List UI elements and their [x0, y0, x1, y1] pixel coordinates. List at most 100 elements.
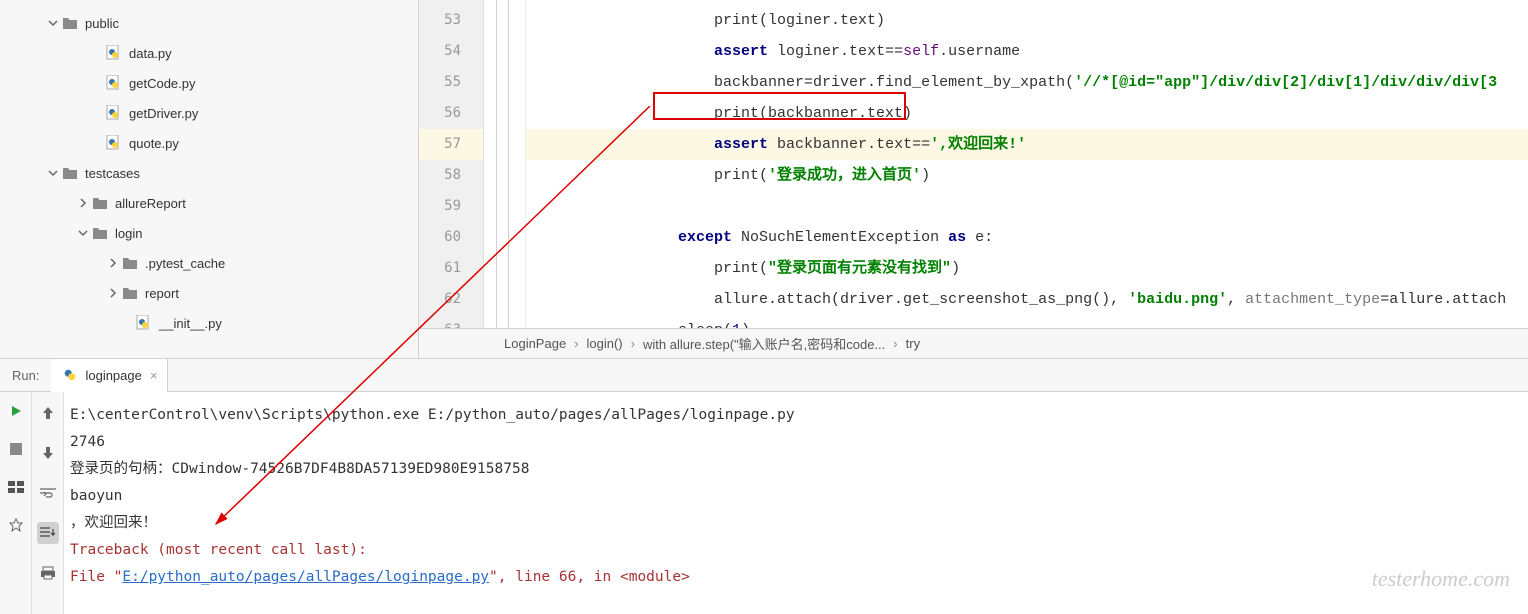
line-number: 62	[419, 284, 483, 315]
chevron-down-icon	[75, 228, 91, 238]
breadcrumb[interactable]: LoginPage › login() › with allure.step("…	[419, 328, 1528, 358]
console-line-error: File "E:/python_auto/pages/allPages/logi…	[70, 564, 1528, 591]
folder-icon	[91, 194, 109, 212]
tree-folder-pytestcache[interactable]: .pytest_cache	[0, 248, 418, 278]
tree-file-getdriver[interactable]: getDriver.py	[0, 98, 418, 128]
python-file-icon	[105, 134, 123, 152]
tree-folder-testcases[interactable]: testcases	[0, 158, 418, 188]
code-line: print('登录成功，进入首页')	[526, 160, 1528, 191]
python-file-icon	[105, 74, 123, 92]
line-number: 58	[419, 160, 483, 191]
tree-label: testcases	[85, 166, 140, 181]
console-line: E:\centerControl\venv\Scripts\python.exe…	[70, 402, 1528, 429]
tree-file-data[interactable]: data.py	[0, 38, 418, 68]
code-line: print(backbanner.text)	[526, 98, 1528, 129]
tree-folder-public[interactable]: public	[0, 8, 418, 38]
code-line: except NoSuchElementException as e:	[526, 222, 1528, 253]
wrap-button[interactable]	[37, 482, 59, 504]
line-number: 57 💡	[419, 129, 483, 160]
print-button[interactable]	[37, 562, 59, 584]
console-line-error: Traceback (most recent call last):	[70, 537, 1528, 564]
run-header: Run: loginpage ×	[0, 359, 1528, 392]
line-number: 63	[419, 315, 483, 328]
folder-icon	[61, 14, 79, 32]
run-tool-window: Run: loginpage × E:\centerControl\venv\S…	[0, 358, 1528, 614]
tree-label: data.py	[129, 46, 172, 61]
chevron-right-icon: ›	[631, 336, 635, 351]
chevron-right-icon: ›	[574, 336, 578, 351]
tree-folder-report[interactable]: report	[0, 278, 418, 308]
code-line: sleep(1)	[526, 315, 1528, 328]
tree-folder-allurereport[interactable]: allureReport	[0, 188, 418, 218]
line-number: 56	[419, 98, 483, 129]
tree-label: quote.py	[129, 136, 179, 151]
code-content[interactable]: print(loginer.text) assert loginer.text=…	[526, 0, 1528, 328]
console-line: 登录页的句柄：CDwindow-74526B7DF4B8DA57139ED980…	[70, 456, 1528, 483]
run-tab-label: loginpage	[85, 368, 141, 383]
breadcrumb-item[interactable]: LoginPage	[504, 336, 566, 351]
chevron-right-icon	[105, 288, 121, 298]
code-line: assert loginer.text==self.username	[526, 36, 1528, 67]
breadcrumb-item[interactable]: try	[906, 336, 920, 351]
code-line: backbanner=driver.find_element_by_xpath(…	[526, 67, 1528, 98]
fold-gutter[interactable]	[484, 0, 526, 328]
tree-file-init[interactable]: __init__.py	[0, 308, 418, 338]
pin-button[interactable]	[5, 514, 27, 536]
chevron-right-icon	[75, 198, 91, 208]
console-output[interactable]: E:\centerControl\venv\Scripts\python.exe…	[64, 392, 1528, 614]
folder-icon	[121, 284, 139, 302]
code-line: allure.attach(driver.get_screenshot_as_p…	[526, 284, 1528, 315]
chevron-down-icon	[45, 18, 61, 28]
tree-label: getDriver.py	[129, 106, 198, 121]
breadcrumb-item[interactable]: with allure.step("输入账户名,密码和code...	[643, 334, 885, 353]
folder-icon	[91, 224, 109, 242]
chevron-right-icon	[105, 258, 121, 268]
console-line: ，欢迎回来！	[70, 510, 1528, 537]
python-file-icon	[105, 104, 123, 122]
tree-label: .pytest_cache	[145, 256, 225, 271]
close-icon[interactable]: ×	[150, 368, 158, 383]
line-number: 61	[419, 253, 483, 284]
line-number: 59	[419, 191, 483, 222]
line-gutter[interactable]: 53 54 55 56 57 💡 58 59 60 61 62 63	[419, 0, 484, 328]
folder-icon	[61, 164, 79, 182]
scroll-to-end-button[interactable]	[37, 522, 59, 544]
console-line: 2746	[70, 429, 1528, 456]
python-icon	[61, 366, 79, 384]
file-link[interactable]: E:/python_auto/pages/allPages/loginpage.…	[122, 569, 489, 585]
line-number: 53	[419, 5, 483, 36]
tree-file-getcode[interactable]: getCode.py	[0, 68, 418, 98]
breadcrumb-item[interactable]: login()	[587, 336, 623, 351]
rerun-button[interactable]	[5, 400, 27, 422]
layout-button[interactable]	[5, 476, 27, 498]
code-line	[526, 191, 1528, 222]
tree-label: report	[145, 286, 179, 301]
up-button[interactable]	[37, 402, 59, 424]
tree-label: allureReport	[115, 196, 186, 211]
console-line: baoyun	[70, 483, 1528, 510]
tree-label: getCode.py	[129, 76, 196, 91]
tree-label: __init__.py	[159, 316, 222, 331]
run-tab[interactable]: loginpage ×	[51, 359, 168, 392]
run-label: Run:	[0, 368, 51, 383]
chevron-down-icon	[45, 168, 61, 178]
code-line: assert backbanner.text==',欢迎回来!'	[526, 129, 1528, 160]
python-file-icon	[105, 44, 123, 62]
line-number: 54	[419, 36, 483, 67]
tree-label: login	[115, 226, 142, 241]
code-editor[interactable]: 53 54 55 56 57 💡 58 59 60 61 62 63	[419, 0, 1528, 358]
down-button[interactable]	[37, 442, 59, 464]
python-file-icon	[135, 314, 153, 332]
line-number: 55	[419, 67, 483, 98]
tree-folder-login[interactable]: login	[0, 218, 418, 248]
run-toolbar-secondary	[32, 392, 64, 614]
run-toolbar-primary	[0, 392, 32, 614]
project-tree[interactable]: public data.py getCode.py getDriver.py q…	[0, 0, 419, 358]
folder-icon	[121, 254, 139, 272]
code-line: print("登录页面有元素没有找到")	[526, 253, 1528, 284]
line-number: 60	[419, 222, 483, 253]
chevron-right-icon: ›	[893, 336, 897, 351]
tree-file-quote[interactable]: quote.py	[0, 128, 418, 158]
tree-label: public	[85, 16, 119, 31]
stop-button[interactable]	[5, 438, 27, 460]
